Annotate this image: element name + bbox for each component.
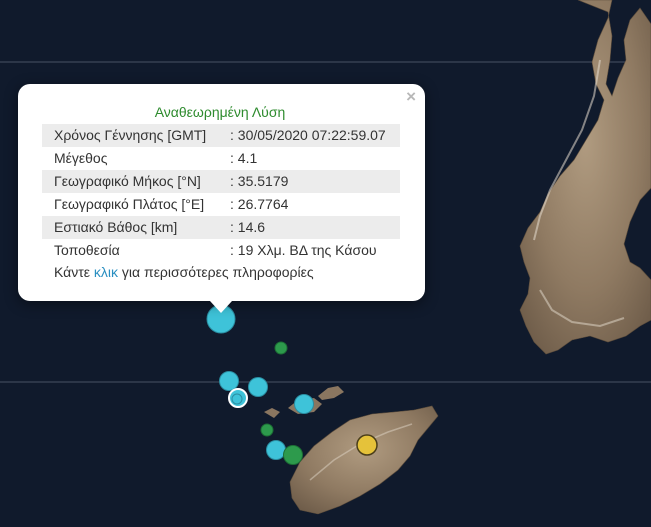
row-value: : 14.6 [230,216,400,239]
table-row: Χρόνος Γέννησης [GMT] : 30/05/2020 07:22… [42,124,400,147]
earthquake-marker[interactable] [248,377,268,397]
row-label: Γεωγραφικό Μήκος [°N] [42,170,230,193]
earthquake-marker[interactable] [219,371,239,391]
row-label: Τοποθεσία [54,242,120,258]
popup-title: Αναθεωρημένη Λύση [154,104,286,120]
table-row: Μέγεθος : 4.1 [42,147,400,170]
close-icon[interactable]: × [406,88,416,106]
table-row: Τοποθεσία : 19 Χλμ. ΒΔ της Κάσου [42,239,400,262]
earthquake-marker[interactable] [283,445,303,465]
earthquake-marker[interactable] [294,394,314,414]
earthquake-marker[interactable] [266,440,286,460]
earthquake-marker[interactable] [356,434,378,456]
row-value: : 26.7764 [230,196,289,212]
row-label: Εστιακό Βάθος [km] [42,216,230,239]
earthquake-details-table: Χρόνος Γέννησης [GMT] : 30/05/2020 07:22… [42,124,400,262]
row-label: Μέγεθος [54,150,108,166]
row-label: Χρόνος Γέννησης [GMT] [42,124,230,147]
row-value: : 35.5179 [230,170,400,193]
table-row: Γεωγραφικό Πλάτος [°E] : 26.7764 [42,193,400,216]
table-row: Εστιακό Βάθος [km] : 14.6 [42,216,400,239]
more-info-link[interactable]: κλικ [94,264,118,280]
earthquake-marker[interactable] [231,393,243,405]
row-value: : 4.1 [230,150,258,166]
popup-pointer [210,301,232,313]
earthquake-marker[interactable] [274,341,288,355]
more-info-prefix: Κάντε [54,264,94,280]
earthquake-marker[interactable] [260,423,274,437]
table-row: Γεωγραφικό Μήκος [°N] : 35.5179 [42,170,400,193]
row-value: : 30/05/2020 07:22:59.07 [230,124,400,147]
more-info-suffix: για περισσότερες πληροφορίες [118,264,314,280]
earthquake-info-popup: × Αναθεωρημένη Λύση Χρόνος Γέννησης [GMT… [18,84,425,301]
row-label: Γεωγραφικό Πλάτος [°E] [54,196,205,212]
row-value: : 19 Χλμ. ΒΔ της Κάσου [230,242,377,258]
more-info-text: Κάντε κλικ για περισσότερες πληροφορίες [54,264,314,280]
